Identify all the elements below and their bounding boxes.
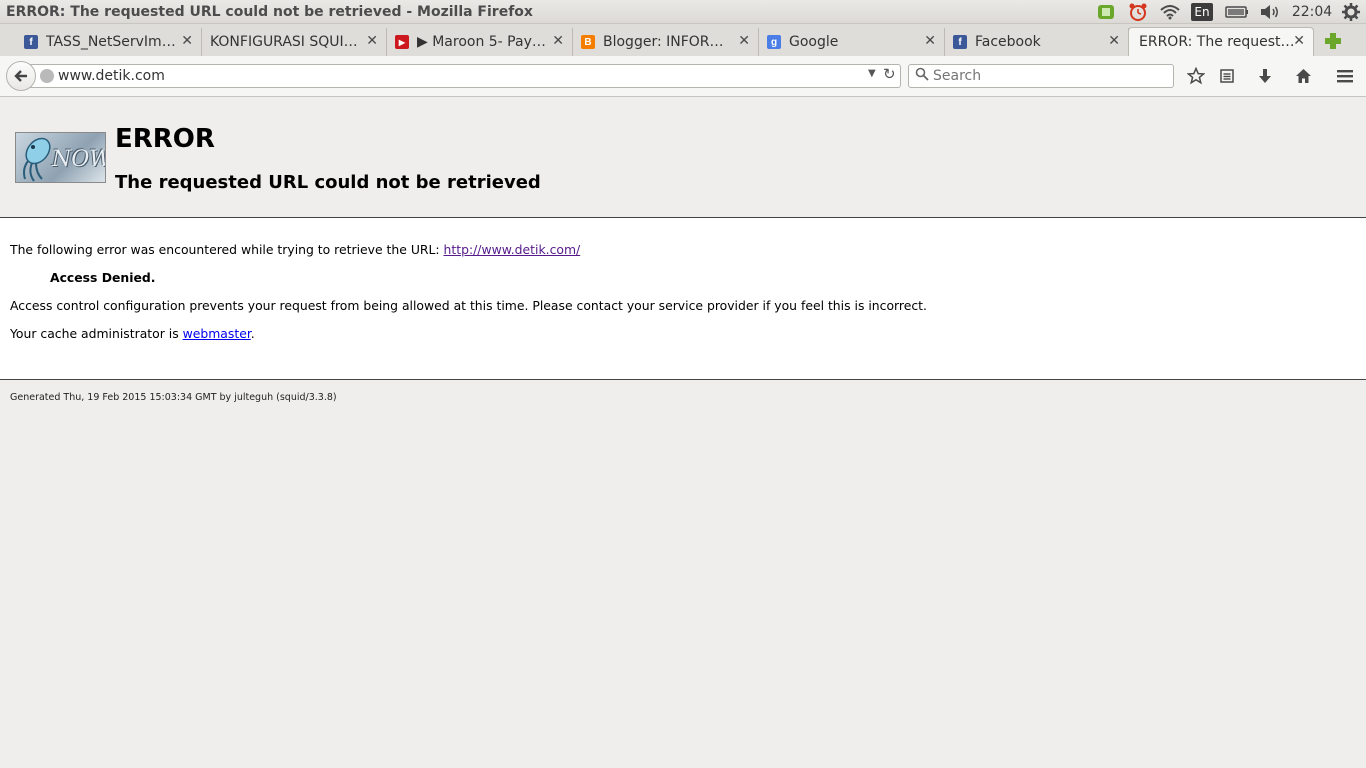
bookmark-star-icon[interactable] [1185,65,1207,87]
google-icon: g [767,35,781,49]
tab-label: TASS_NetServIm… [46,34,176,50]
keyboard-language-icon[interactable]: En [1191,3,1213,21]
new-tab-plus-icon[interactable] [1322,30,1344,52]
tab-google[interactable]: g Google ✕ [765,28,945,56]
cache-admin-suffix: . [250,326,255,341]
tab-close-icon[interactable]: ✕ [181,33,193,49]
reload-icon[interactable]: ↻ [883,65,896,83]
clock[interactable]: 22:04 [1292,3,1332,21]
error-url-prefix: The following error was encountered whil… [10,242,444,257]
tab-label: Facebook [975,34,1041,50]
tab-close-icon[interactable]: ✕ [924,33,936,49]
facebook-icon: f [953,35,967,49]
access-denied-text: Access Denied. [50,270,156,285]
tab-close-icon[interactable]: ✕ [552,33,564,49]
error-subtitle: The requested URL could not be retrieved [115,172,541,193]
site-identity-globe-icon[interactable] [40,69,54,83]
battery-icon[interactable] [1224,3,1250,21]
tab-label: ERROR: The request… [1139,34,1295,50]
tab-close-icon[interactable]: ✕ [366,33,378,49]
tab-label: Blogger: INFOR… [603,34,724,50]
volume-icon[interactable] [1258,3,1282,21]
url-bar[interactable]: ▼ ↻ [30,64,901,88]
tab-maroon5[interactable]: ▶ ▶ Maroon 5- Pay… ✕ [393,28,573,56]
page-content: NOW ERROR The requested URL could not be… [0,97,1366,768]
youtube-icon: ▶ [395,35,409,49]
search-bar[interactable] [908,64,1174,88]
webmaster-link[interactable]: webmaster [183,326,251,341]
updater-icon[interactable] [1096,3,1116,21]
generated-footer: Generated Thu, 19 Feb 2015 15:03:34 GMT … [10,392,337,403]
alarm-clock-icon[interactable] [1127,3,1149,21]
bookmarks-menu-icon[interactable] [1216,65,1238,87]
tab-label: ▶ Maroon 5- Pay… [417,34,546,50]
tab-konfigurasi-squid[interactable]: KONFIGURASI SQUI… ✕ [202,28,387,56]
tab-tass-netserv[interactable]: f TASS_NetServIm… ✕ [22,28,202,56]
hamburger-menu-icon[interactable] [1334,65,1356,87]
error-title: ERROR [115,124,215,154]
url-history-dropdown-icon[interactable]: ▼ [868,68,876,79]
tab-label: KONFIGURASI SQUI… [210,34,358,50]
settings-gear-icon[interactable] [1340,3,1362,21]
url-input[interactable] [58,67,858,85]
squid-now-logo: NOW [15,132,106,183]
requested-url-link[interactable]: http://www.detik.com/ [444,242,581,257]
blogger-icon: B [581,35,595,49]
wifi-icon[interactable] [1159,3,1181,21]
tab-strip: f TASS_NetServIm… ✕ KONFIGURASI SQUI… ✕ … [0,24,1366,56]
cache-admin-prefix: Your cache administrator is [10,326,183,341]
access-control-explanation: Access control configuration prevents yo… [10,298,927,313]
cache-admin-line: Your cache administrator is webmaster. [10,326,255,341]
facebook-icon: f [24,35,38,49]
logo-now-text: NOW [52,147,106,172]
search-icon [915,67,929,85]
tab-facebook[interactable]: f Facebook ✕ [951,28,1129,56]
home-icon[interactable] [1292,65,1314,87]
tab-close-icon[interactable]: ✕ [1293,33,1305,49]
tab-close-icon[interactable]: ✕ [1108,33,1120,49]
window-title: ERROR: The requested URL could not be re… [6,4,533,20]
error-message-box: The following error was encountered whil… [0,217,1366,380]
navigation-toolbar: ▼ ↻ [0,56,1366,97]
tab-blogger[interactable]: B Blogger: INFOR… ✕ [579,28,759,56]
back-arrow-icon[interactable] [6,61,36,91]
system-top-panel: ERROR: The requested URL could not be re… [0,0,1366,24]
downloads-arrow-icon[interactable] [1254,65,1276,87]
tab-label: Google [789,34,839,50]
tab-error-active[interactable]: ERROR: The request… ✕ [1128,27,1314,56]
error-url-line: The following error was encountered whil… [10,242,580,257]
tab-close-icon[interactable]: ✕ [738,33,750,49]
search-input[interactable] [933,67,1163,85]
